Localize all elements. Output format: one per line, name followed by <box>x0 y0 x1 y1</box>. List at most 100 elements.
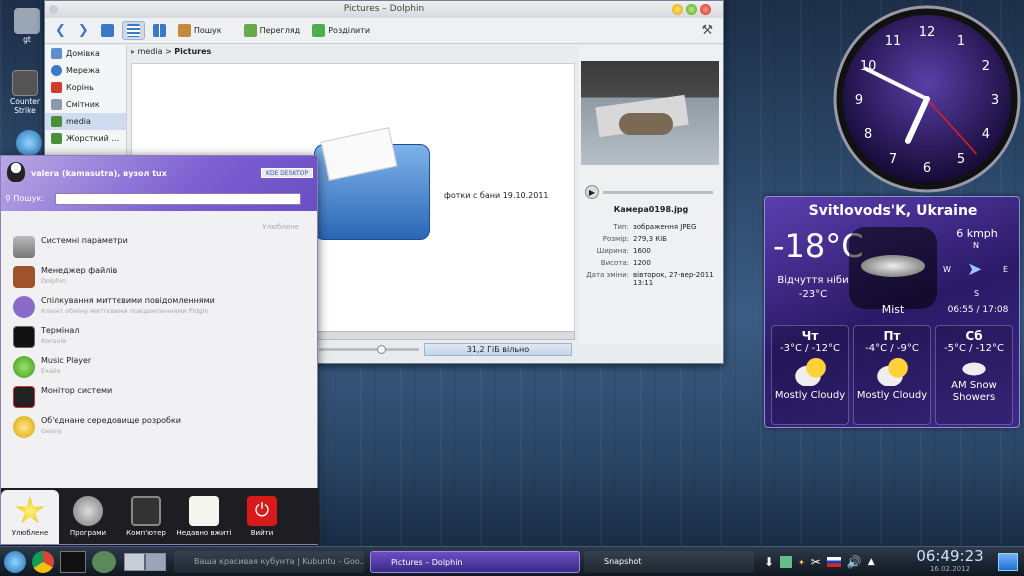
menu-item-system-settings[interactable]: Системні параметри <box>13 236 128 258</box>
info-row: Розмір: 279,3 КіБ <box>602 235 667 243</box>
folder-label[interactable]: фотки с бани 19.10.2011 <box>444 191 574 200</box>
digital-clock[interactable]: 06:49:23 16.02.2012 <box>908 547 992 573</box>
taskbar: Ваша красивая кубунта | Kubuntu - Goo...… <box>0 546 1024 576</box>
place-network[interactable]: Мережа <box>45 62 126 79</box>
places-panel: Домівка Мережа Корінь Смітник media Жорс… <box>45 45 127 165</box>
network-icon <box>51 65 62 76</box>
place-home[interactable]: Домівка <box>45 45 126 62</box>
split-icon <box>312 24 326 37</box>
back-button[interactable]: ❮ <box>51 21 70 40</box>
media-slider[interactable] <box>603 191 713 194</box>
place-root[interactable]: Корінь <box>45 79 126 96</box>
keyboard-layout-icon[interactable] <box>826 557 841 567</box>
forecast-day-2: Пт -4°C / -9°C Mostly Cloudy <box>853 325 931 425</box>
task-chrome[interactable]: Ваша красивая кубунта | Kubuntu - Goo... <box>174 551 364 573</box>
tab-recent[interactable]: Недавно вжиті <box>175 490 233 544</box>
settings-button[interactable]: ⚒ <box>697 21 717 40</box>
home-icon <box>51 48 62 59</box>
weather-location: Svitlovods'K, Ukraine <box>808 203 978 219</box>
clock-number: 11 <box>885 34 902 49</box>
play-button[interactable]: ▶ <box>585 185 599 199</box>
search-icon <box>177 24 191 37</box>
clock-number: 5 <box>957 152 965 167</box>
cat-image <box>619 113 673 135</box>
menu-item-geany[interactable]: Об'єднане середовище розробки Geany <box>13 416 181 438</box>
weather-condition: Mist <box>881 303 905 316</box>
launcher-search-input[interactable] <box>55 193 301 205</box>
wind-direction-icon: ➤ <box>967 259 983 280</box>
forward-button[interactable]: ❯ <box>74 21 93 40</box>
kde-menu-icon[interactable] <box>4 551 26 573</box>
arrow-left-icon: ❮ <box>55 23 66 38</box>
preview-icon <box>243 24 257 37</box>
feels-like-label: Відчуття ніби <box>777 275 849 286</box>
clock-face: 121234567891011 <box>833 5 1021 193</box>
clock-number: 12 <box>919 25 936 40</box>
folder-item[interactable] <box>314 127 430 244</box>
tray-expand-icon[interactable]: ▲ <box>868 557 875 567</box>
details-view-button[interactable] <box>121 21 145 40</box>
minimize-button[interactable] <box>672 4 683 15</box>
scissors-icon[interactable]: ✂ <box>811 555 821 569</box>
tux-avatar-icon <box>7 162 25 182</box>
close-button[interactable] <box>700 4 711 15</box>
place-trash[interactable]: Смітник <box>45 96 126 113</box>
split-button[interactable]: Розділити <box>308 22 374 39</box>
tab-leave[interactable]: ⏻ Вийти <box>233 490 291 544</box>
menu-item-music-player[interactable]: Music Player Exaile <box>13 356 91 378</box>
menu-item-terminal[interactable]: Термінал Konsole <box>13 326 79 348</box>
menu-item-system-monitor[interactable]: Монітор системи <box>13 386 112 408</box>
network-tool-icon[interactable] <box>92 551 116 573</box>
weather-widget[interactable]: Svitlovods'K, Ukraine -18°C Відчуття ніб… <box>764 196 1020 428</box>
terminal-launcher-icon[interactable] <box>60 551 86 573</box>
columns-view-button[interactable] <box>149 22 170 39</box>
wind-compass: N W E S ➤ <box>943 241 1009 298</box>
tab-favorites[interactable]: Улюблене <box>1 490 59 544</box>
desktop-icon-counter-strike[interactable]: Counter Strike <box>8 70 42 115</box>
tab-computer[interactable]: Комп'ютер <box>117 490 175 544</box>
pager[interactable] <box>124 553 166 571</box>
info-row: Ширина: 1600 <box>596 247 651 255</box>
menu-item-pidgin[interactable]: Спілкування миттєвими повідомленнями Кліє… <box>13 296 215 318</box>
settings-icon <box>13 236 35 258</box>
tab-applications[interactable]: Програми <box>59 490 117 544</box>
place-media[interactable]: media <box>45 113 126 130</box>
launcher-header: valera (kamasutra), вузол tux KDE DESKTO… <box>1 156 317 211</box>
clock-number: 7 <box>889 152 897 167</box>
sunrise-sunset: 06:55 / 17:08 <box>947 305 1009 315</box>
dolphin-titlebar[interactable]: Pictures – Dolphin <box>45 1 723 18</box>
file-icon <box>14 8 40 34</box>
breadcrumb-arrow-icon: ▸ <box>131 47 136 56</box>
desktop-icon-gt[interactable]: gt <box>10 8 44 44</box>
info-row: Висота: 1200 <box>600 259 651 267</box>
wind-speed: 6 kmph <box>956 227 998 240</box>
search-icon: ⚲ <box>5 194 11 203</box>
breadcrumb-media[interactable]: media <box>138 47 163 56</box>
task-snapshot[interactable]: Snapshot <box>584 551 754 573</box>
clock-number: 8 <box>864 127 872 142</box>
download-icon[interactable]: ⬇ <box>764 555 774 569</box>
icons-view-button[interactable] <box>97 22 118 39</box>
menu-item-file-manager[interactable]: Менеджер файлів Dolphin <box>13 266 117 288</box>
preview-button[interactable]: Перегляд <box>240 22 305 39</box>
cloudy-icon <box>790 358 830 386</box>
analog-clock-widget[interactable]: 12 1 2 3 4 5 6 7 8 9 10 11 <box>832 4 1022 194</box>
search-button[interactable]: Пошук <box>174 22 226 39</box>
desktop-icon-app[interactable] <box>12 130 46 157</box>
update-icon[interactable] <box>780 556 793 568</box>
place-hard-disk[interactable]: Жорсткий ... <box>45 130 126 147</box>
chrome-icon[interactable] <box>32 551 54 573</box>
window-menu-icon[interactable] <box>49 5 58 14</box>
breadcrumb-pictures[interactable]: Pictures <box>174 47 211 56</box>
maximize-button[interactable] <box>686 4 697 15</box>
columns-view-icon <box>152 24 166 37</box>
volume-icon[interactable]: 🔊 <box>847 555 862 569</box>
notification-icon[interactable]: ✦ <box>798 558 805 567</box>
task-dolphin[interactable]: Pictures – Dolphin <box>370 551 580 573</box>
zoom-slider-handle[interactable] <box>377 345 386 354</box>
show-desktop-icon[interactable] <box>998 553 1018 571</box>
forecast-day-1: Чт -3°C / -12°C Mostly Cloudy <box>771 325 849 425</box>
clock-date: 16.02.2012 <box>929 565 971 573</box>
zoom-slider[interactable] <box>319 348 419 351</box>
trash-icon <box>51 99 62 110</box>
